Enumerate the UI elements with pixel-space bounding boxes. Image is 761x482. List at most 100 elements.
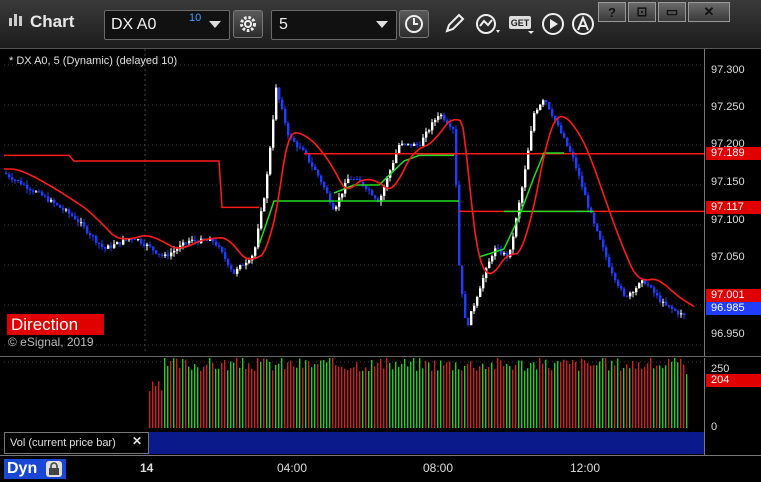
volume-bar: [326, 362, 328, 428]
volume-bar: [167, 365, 169, 428]
volume-bar: [551, 370, 553, 428]
get-button[interactable]: GET: [507, 11, 537, 37]
volume-bar: [368, 371, 370, 428]
volume-bar: [272, 370, 274, 428]
volume-bar: [500, 360, 502, 428]
candle: [98, 242, 101, 249]
candle: [680, 309, 683, 318]
dynamic-mode-button[interactable]: Dyn: [4, 459, 66, 479]
volume-bar: [158, 381, 160, 428]
candle: [50, 197, 53, 203]
draw-tool-button[interactable]: [440, 11, 468, 37]
candle: [677, 309, 680, 318]
candle: [218, 242, 221, 249]
volume-bar: [383, 368, 385, 428]
studies-button[interactable]: [474, 11, 504, 37]
candle: [89, 231, 92, 239]
symbol-input[interactable]: DX A0 10: [104, 10, 230, 40]
volume-bar: [575, 361, 577, 428]
volume-bar: [584, 360, 586, 428]
candle: [542, 98, 545, 107]
lock-icon[interactable]: [46, 461, 62, 477]
volume-bar: [149, 391, 151, 428]
alert-button[interactable]: [569, 11, 597, 37]
candle: [275, 84, 278, 121]
volume-bar: [494, 369, 496, 428]
candle: [245, 259, 248, 270]
candle: [551, 106, 554, 118]
candle: [683, 312, 686, 320]
last-price-tag: 96.985: [706, 302, 761, 315]
volume-bar: [683, 364, 685, 428]
candle: [572, 148, 575, 162]
candle: [665, 297, 668, 307]
candle: [257, 223, 260, 250]
maximize-button[interactable]: ▭: [658, 2, 686, 22]
volume-bar: [674, 358, 676, 428]
candle: [674, 307, 677, 312]
volume-bar: [596, 365, 598, 428]
candle: [464, 291, 467, 319]
candle: [311, 157, 314, 171]
candle: [284, 106, 287, 126]
volume-bar: [296, 367, 298, 428]
volume-bar: [350, 368, 352, 428]
volume-bar: [593, 365, 595, 428]
volume-bar: [152, 381, 154, 428]
candle: [53, 197, 56, 207]
candle: [623, 286, 626, 298]
close-icon[interactable]: ✕: [132, 434, 142, 448]
restore-button[interactable]: ⊡: [628, 2, 656, 22]
volume-bar: [380, 358, 382, 428]
volume-bar: [359, 371, 361, 428]
chevron-down-icon[interactable]: [376, 21, 388, 28]
symbol-delay-badge: 10: [189, 12, 202, 24]
candle: [374, 194, 377, 201]
volume-bar: [317, 364, 319, 428]
close-button[interactable]: ✕: [688, 2, 730, 22]
volume-bar: [530, 362, 532, 428]
candle: [23, 182, 26, 186]
volume-bar: [182, 359, 184, 428]
chevron-down-icon[interactable]: [209, 21, 221, 28]
candle: [455, 125, 458, 188]
candle: [278, 86, 281, 104]
candle: [380, 194, 383, 206]
price-axis[interactable]: 97.300 97.250 97.200 97.150 97.100 97.05…: [704, 49, 761, 357]
candle: [158, 253, 161, 258]
time-button[interactable]: [399, 10, 429, 38]
volume-bar: [599, 361, 601, 428]
candle: [614, 272, 617, 284]
volume-bar: [413, 358, 415, 428]
volume-bar: [344, 368, 346, 428]
volume-bar: [449, 361, 451, 428]
help-button[interactable]: ?: [598, 2, 626, 22]
copyright-text: © eSignal, 2019: [8, 335, 94, 349]
volume-bar: [638, 362, 640, 428]
volume-bar: [248, 363, 250, 428]
replay-button[interactable]: [539, 11, 567, 37]
volume-bar: [377, 363, 379, 428]
volume-scrollbar-area[interactable]: [148, 432, 704, 454]
settings-button[interactable]: [233, 10, 263, 38]
gear-icon: [240, 16, 256, 32]
volume-bar: [626, 364, 628, 428]
candle: [281, 96, 284, 111]
volume-bar: [629, 368, 631, 428]
candle: [326, 184, 329, 194]
volume-bar: [293, 366, 295, 428]
price-chart[interactable]: [4, 49, 704, 353]
pane-divider[interactable]: [0, 356, 761, 357]
candle: [431, 118, 434, 135]
interval-input[interactable]: 5: [271, 10, 397, 40]
volume-bar: [242, 358, 244, 428]
volume-chart[interactable]: [4, 358, 704, 432]
volume-bar: [536, 369, 538, 428]
candle: [581, 171, 584, 191]
volume-bar: [485, 368, 487, 428]
candle: [425, 127, 428, 143]
volume-bar: [464, 365, 466, 428]
volume-bar: [479, 366, 481, 428]
candle: [596, 223, 599, 233]
time-axis[interactable]: [0, 455, 761, 482]
